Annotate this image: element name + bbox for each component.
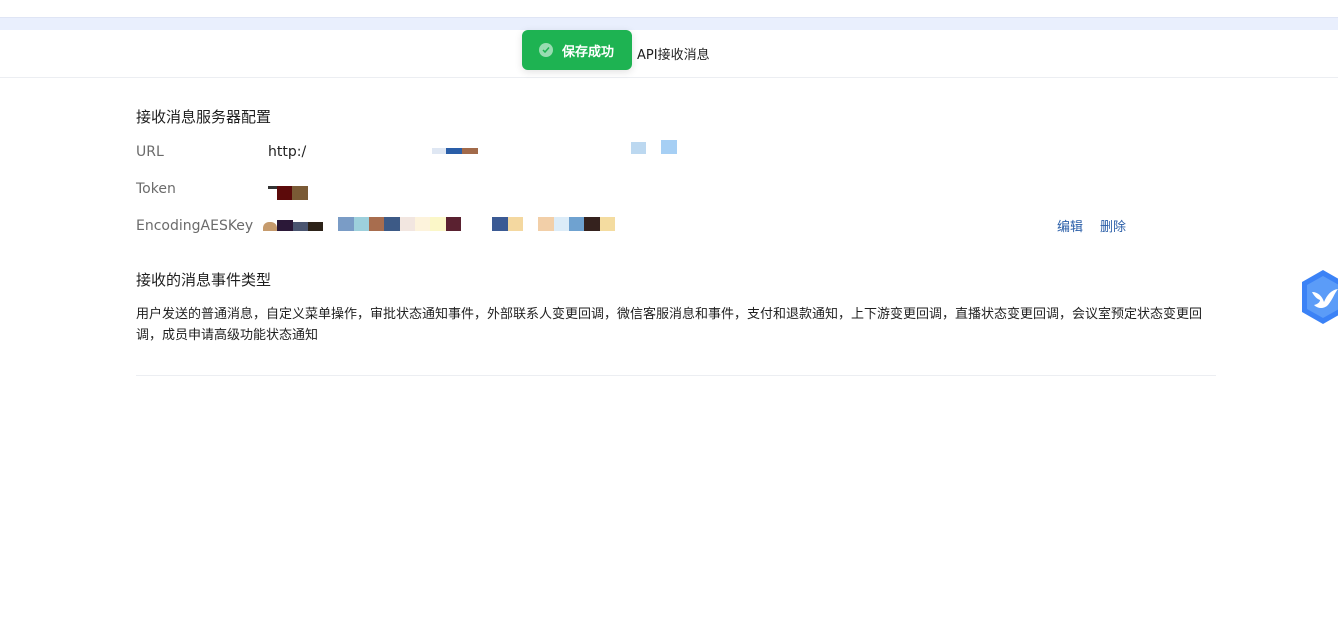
page-title: API接收消息	[637, 48, 710, 63]
url-text: http:/	[268, 144, 307, 160]
edit-button[interactable]: 编辑	[1057, 216, 1083, 235]
url-value: http:/	[268, 144, 306, 162]
header-band	[0, 17, 1338, 30]
bird-shield-icon[interactable]	[1300, 268, 1338, 326]
event-types-title: 接收的消息事件类型	[136, 271, 272, 289]
toast-message: 保存成功	[562, 44, 615, 60]
section-divider	[136, 375, 1216, 376]
success-toast: 保存成功	[522, 30, 632, 70]
event-types-description: 用户发送的普通消息，自定义菜单操作，审批状态通知事件，外部联系人变更回调，微信客…	[136, 307, 1203, 343]
top-strip	[0, 0, 1338, 30]
delete-button[interactable]: 删除	[1100, 216, 1126, 235]
url-label: URL	[136, 144, 164, 160]
server-config-title: 接收消息服务器配置	[136, 108, 272, 126]
aes-key-label: EncodingAESKey	[136, 218, 254, 234]
check-circle-icon	[539, 43, 553, 57]
token-label: Token	[136, 181, 176, 197]
